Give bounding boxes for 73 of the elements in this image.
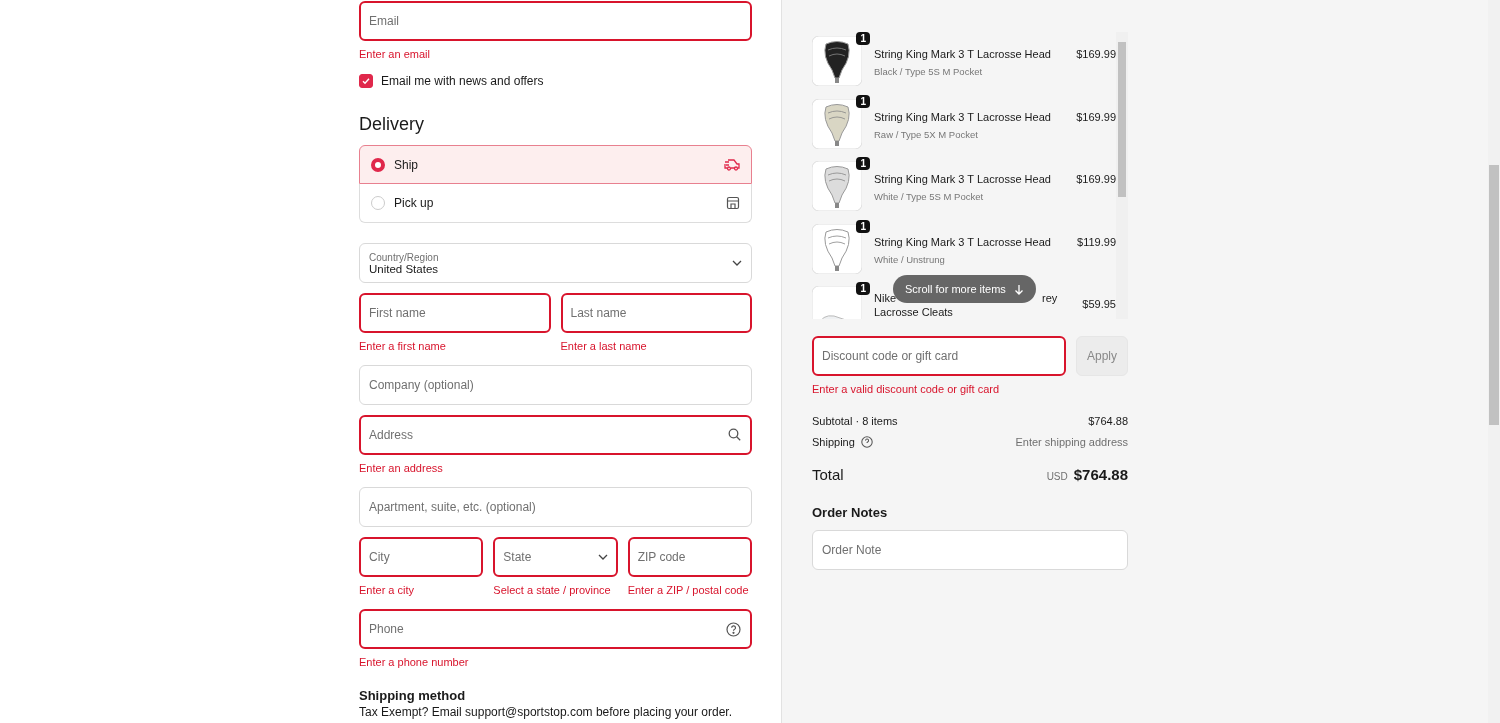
truck-icon	[724, 157, 740, 172]
quantity-badge: 1	[856, 219, 870, 233]
product-name: Lacrosse Cleats	[874, 305, 954, 319]
chevron-icon	[732, 260, 742, 266]
section-heading: Order Notes	[812, 505, 889, 520]
summary-value: Enter shipping address	[1015, 436, 1128, 448]
error-message: Select a state / province	[493, 584, 612, 596]
summary-label: Subtotal · 8 items	[812, 415, 898, 427]
error-message: Enter a valid discount code or gift card	[812, 383, 1001, 395]
field-value: United States	[369, 262, 439, 275]
quantity-badge: 1	[856, 94, 870, 108]
checkbox-label: Email me with news and offers	[381, 74, 544, 88]
product-variant: Raw / Type 5X M Pocket	[874, 127, 979, 142]
arrow-down-icon	[1013, 283, 1024, 295]
state-select[interactable]: State	[493, 537, 618, 577]
product-name: String King Mark 3 T Lacrosse Head	[874, 234, 1052, 249]
summary-value: $764.88	[1088, 415, 1128, 427]
product-name: String King Mark 3 T Lacrosse Head	[874, 47, 1052, 61]
delivery-option[interactable]: Ship	[359, 145, 752, 184]
error-message: Enter a first name	[359, 340, 447, 352]
product-variant: Black / Type 5S M Pocket	[874, 65, 984, 79]
product-price: $169.99	[1075, 47, 1116, 61]
summary-label: Shipping	[812, 436, 855, 448]
product-variant: White / Unstrung	[874, 252, 946, 267]
input-field[interactable]: ZIP code	[627, 537, 752, 577]
product-name: rey	[1042, 291, 1058, 305]
section-heading: Shipping method	[359, 688, 467, 703]
input-field[interactable]: Address	[359, 415, 752, 455]
order-note-field[interactable]: Order Note	[812, 530, 1128, 570]
quantity-badge: 1	[856, 282, 870, 295]
product-name: String King Mark 3 T Lacrosse Head	[874, 172, 1052, 186]
total-label: Total	[812, 466, 844, 483]
product-name: String King Mark 3 T Lacrosse Head	[874, 109, 1052, 124]
error-message: Enter a last name	[560, 340, 648, 352]
product-price: $59.95	[1081, 297, 1116, 311]
option-label: Pick up	[394, 196, 435, 210]
discount-field[interactable]: Discount code or gift card	[812, 336, 1066, 376]
checkbox[interactable]	[359, 74, 373, 88]
product-variant: White / Type 5S M Pocket	[874, 190, 985, 204]
quantity-badge: 1	[856, 157, 870, 170]
error-message: Enter an email	[359, 48, 431, 60]
total-amount: $764.88	[1073, 466, 1128, 483]
input-field[interactable]: Last name	[560, 293, 752, 333]
error-message: Enter an address	[359, 462, 444, 474]
product-price: $169.99	[1075, 172, 1116, 186]
quantity-badge: 1	[856, 32, 870, 45]
product-name: Nike	[874, 291, 896, 305]
email-field[interactable]: Email	[359, 1, 752, 41]
search-icon	[728, 428, 741, 441]
help-icon[interactable]	[860, 436, 873, 448]
error-message: Enter a ZIP / postal code	[627, 584, 750, 596]
input-field[interactable]: First name	[359, 293, 551, 333]
field-label: Country/Region	[369, 251, 439, 263]
error-message: Enter a city	[359, 584, 416, 596]
country-select[interactable]: Country/Region United States	[359, 243, 752, 283]
radio-button[interactable]	[371, 196, 385, 210]
currency-code: USD	[1046, 471, 1068, 482]
input-field[interactable]: Phone	[359, 609, 752, 649]
input-field[interactable]: City	[359, 537, 484, 577]
info-text: Tax Exempt? Email support@sportstop.com before placing your order.	[359, 706, 734, 719]
help-icon	[726, 622, 741, 637]
check-icon	[361, 76, 371, 86]
product-price: $169.99	[1075, 109, 1116, 124]
scrollbar[interactable]	[1488, 0, 1500, 723]
store-icon	[726, 196, 740, 210]
delivery-option[interactable]: Pick up	[359, 184, 752, 223]
scrollbar[interactable]	[1116, 32, 1128, 319]
option-label: Ship	[394, 157, 420, 172]
radio-button[interactable]	[371, 157, 385, 172]
product-price: $119.99	[1076, 234, 1116, 249]
section-heading: Delivery	[359, 114, 425, 135]
chevron-icon	[597, 554, 608, 560]
error-message: Enter a phone number	[359, 656, 470, 668]
